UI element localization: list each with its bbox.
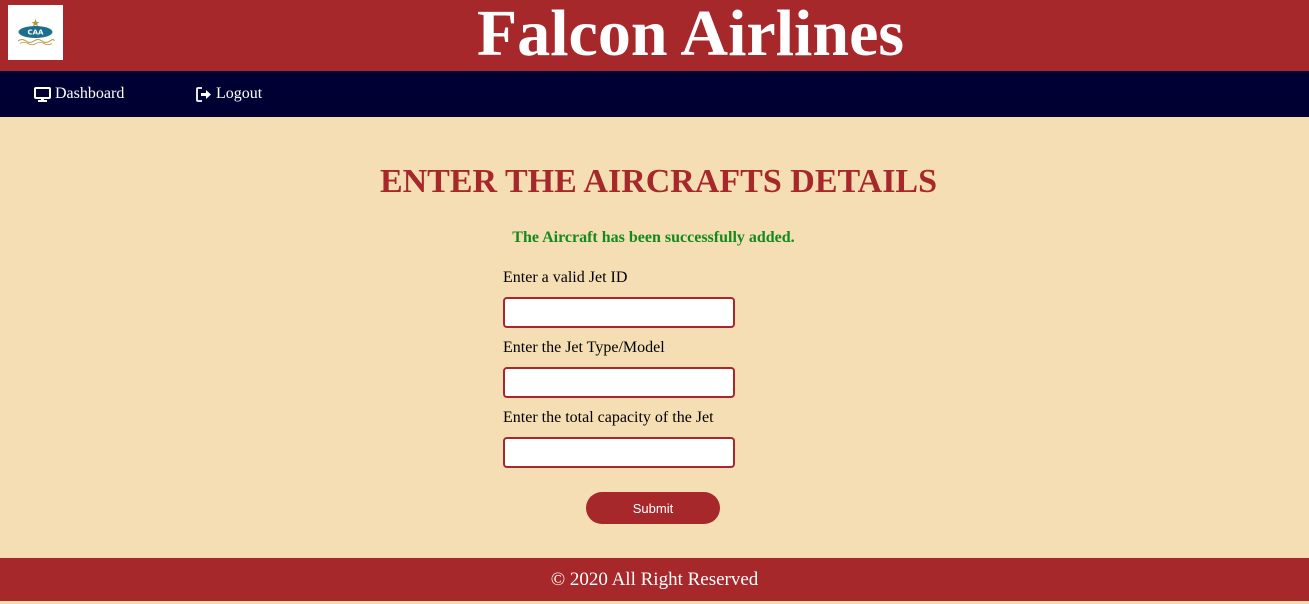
footer-copyright: © 2020 All Right Reserved: [550, 569, 759, 590]
site-title: Falcon Airlines: [476, 0, 905, 70]
jet-capacity-input[interactable]: [503, 437, 735, 468]
jet-id-label: Enter a valid Jet ID: [503, 269, 628, 286]
success-message: The Aircraft has been successfully added…: [512, 229, 795, 246]
nav-item-label: Dashboard: [55, 85, 125, 102]
jet-capacity-label: Enter the total capacity of the Jet: [503, 409, 714, 426]
site-header: CAA Falcon Airlines: [0, 0, 1309, 71]
nav-item-label: Logout: [216, 85, 263, 102]
jet-model-label: Enter the Jet Type/Model: [503, 339, 665, 356]
page-title: ENTER THE AIRCRAFTS DETAILS: [379, 163, 938, 200]
logout-icon: [196, 86, 212, 102]
nav-item-dashboard[interactable]: Dashboard: [34, 71, 124, 117]
nav-bar: Dashboard Logout: [0, 71, 1309, 117]
submit-button[interactable]: Submit: [586, 492, 720, 524]
footer: © 2020 All Right Reserved: [0, 558, 1309, 601]
monitor-icon: [34, 86, 51, 102]
jet-id-input[interactable]: [503, 297, 735, 328]
jet-model-input[interactable]: [503, 367, 735, 398]
nav-item-logout[interactable]: Logout: [196, 71, 262, 117]
